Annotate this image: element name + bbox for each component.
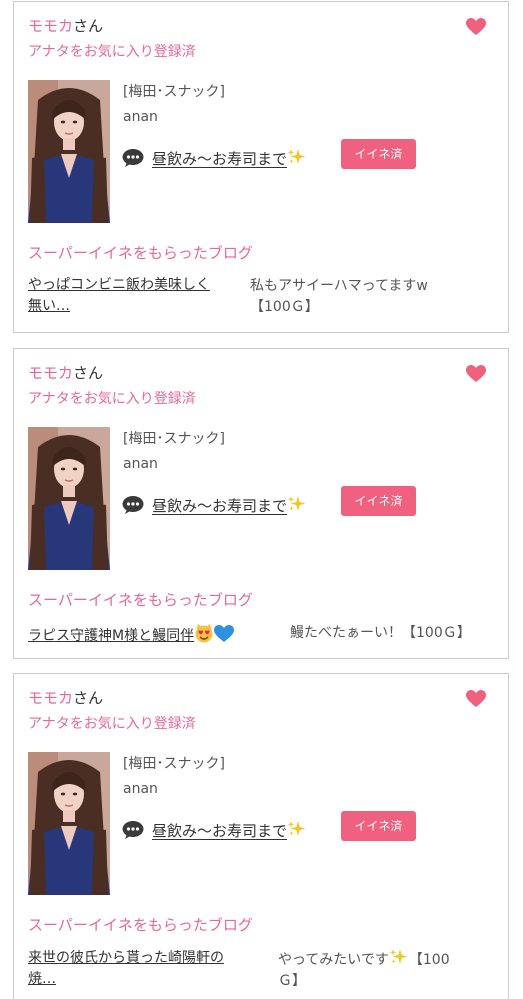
- speech-bubble-icon: [122, 495, 144, 515]
- blue-heart-emoji: [214, 625, 234, 643]
- blog-link-line[interactable]: ラピス守護神M様と鰻同伴: [28, 628, 194, 644]
- super-iine-comment: やってみたいです 【100 Ｇ】: [278, 948, 450, 992]
- cast-photo-image: [28, 80, 110, 223]
- cast-name: anan: [123, 781, 158, 797]
- favorite-user-card: モモカさん アナタをお気に入り登録済 [梅田･スナック] anan 昼飲み〜お寿…: [13, 348, 509, 659]
- cast-photo[interactable]: [28, 427, 110, 570]
- cast-photo-image: [28, 427, 110, 570]
- comment-text: やってみたいです: [278, 952, 389, 968]
- blog-title-link[interactable]: 昼飲み〜お寿司まで: [152, 148, 307, 169]
- sparkles-icon: [287, 820, 307, 838]
- blog-link-line[interactable]: 焼…: [28, 969, 224, 990]
- user-name-text[interactable]: モモカ: [28, 689, 73, 707]
- latest-blog: 昼飲み〜お寿司まで: [122, 817, 307, 843]
- honorific-suffix: さん: [73, 689, 104, 707]
- sparkles-icon: [389, 948, 409, 966]
- user-name[interactable]: モモカさん: [28, 15, 103, 37]
- blog-title-text[interactable]: 昼飲み〜お寿司まで: [152, 150, 287, 168]
- iine-done-button[interactable]: イイネ済: [341, 139, 416, 169]
- cast-name: anan: [123, 109, 158, 125]
- latest-blog: 昼飲み〜お寿司まで: [122, 145, 307, 171]
- favorite-user-card: モモカさん アナタをお気に入り登録済 [梅田･スナック] anan 昼飲み〜お寿…: [13, 1, 509, 333]
- heart-eyes-cat-emoji: [194, 623, 214, 643]
- iine-done-button[interactable]: イイネ済: [341, 811, 416, 841]
- heart-icon[interactable]: [466, 690, 486, 708]
- honorific-suffix: さん: [73, 364, 104, 382]
- blog-link-line[interactable]: 来世の彼氏から貰った崎陽軒の: [28, 948, 224, 969]
- blog-link-line[interactable]: やっぱコンビニ飯わ美味しく: [28, 275, 210, 296]
- cast-photo[interactable]: [28, 80, 110, 223]
- super-iine-comment: 私もアサイーハマってますw 【100Ｇ】: [250, 276, 428, 318]
- cast-photo-image: [28, 752, 110, 895]
- latest-blog: 昼飲み〜お寿司まで: [122, 492, 307, 518]
- blog-link-line[interactable]: 無い…: [28, 296, 210, 317]
- favorite-status-text: アナタをお気に入り登録済: [28, 391, 196, 407]
- favorite-status-text: アナタをお気に入り登録済: [28, 44, 196, 60]
- heart-icon[interactable]: [466, 18, 486, 36]
- shop-category: [梅田･スナック]: [123, 756, 225, 772]
- blog-title-text[interactable]: 昼飲み〜お寿司まで: [152, 822, 287, 840]
- super-iine-comment: 鰻たべたぁーい！【100Ｇ】: [290, 625, 471, 641]
- honorific-suffix: さん: [73, 17, 104, 35]
- iine-done-button[interactable]: イイネ済: [341, 486, 416, 516]
- sparkles-icon: [287, 495, 307, 513]
- blog-title-link[interactable]: 昼飲み〜お寿司まで: [152, 820, 307, 841]
- comment-text: 【100: [408, 952, 450, 968]
- sparkles-icon: [287, 148, 307, 166]
- comment-line: Ｇ】: [278, 973, 306, 989]
- heart-icon[interactable]: [466, 365, 486, 383]
- comment-line: 【100Ｇ】: [250, 299, 319, 315]
- blog-title-text[interactable]: 昼飲み〜お寿司まで: [152, 497, 287, 515]
- super-iine-blog-link[interactable]: やっぱコンビニ飯わ美味しく 無い…: [28, 275, 210, 317]
- user-name[interactable]: モモカさん: [28, 362, 103, 384]
- user-name-text[interactable]: モモカ: [28, 17, 73, 35]
- speech-bubble-icon: [122, 148, 144, 168]
- comment-line: やってみたいです 【100: [278, 948, 450, 971]
- user-name-text[interactable]: モモカ: [28, 364, 73, 382]
- user-name[interactable]: モモカさん: [28, 687, 103, 709]
- super-iine-blog-label: スーパーイイネをもらったブログ: [28, 244, 253, 262]
- comment-line: 私もアサイーハマってますw: [250, 278, 428, 294]
- super-iine-blog-label: スーパーイイネをもらったブログ: [28, 916, 253, 934]
- favorite-user-card: モモカさん アナタをお気に入り登録済 [梅田･スナック] anan 昼飲み〜お寿…: [13, 673, 509, 999]
- super-iine-blog-link[interactable]: ラピス守護神M様と鰻同伴: [28, 623, 234, 647]
- blog-title-link[interactable]: 昼飲み〜お寿司まで: [152, 495, 307, 516]
- shop-category: [梅田･スナック]: [123, 431, 225, 447]
- shop-category: [梅田･スナック]: [123, 84, 225, 100]
- favorite-status-text: アナタをお気に入り登録済: [28, 716, 196, 732]
- cast-photo[interactable]: [28, 752, 110, 895]
- speech-bubble-icon: [122, 820, 144, 840]
- cast-name: anan: [123, 456, 158, 472]
- super-iine-blog-label: スーパーイイネをもらったブログ: [28, 591, 253, 609]
- super-iine-blog-link[interactable]: 来世の彼氏から貰った崎陽軒の 焼…: [28, 948, 224, 990]
